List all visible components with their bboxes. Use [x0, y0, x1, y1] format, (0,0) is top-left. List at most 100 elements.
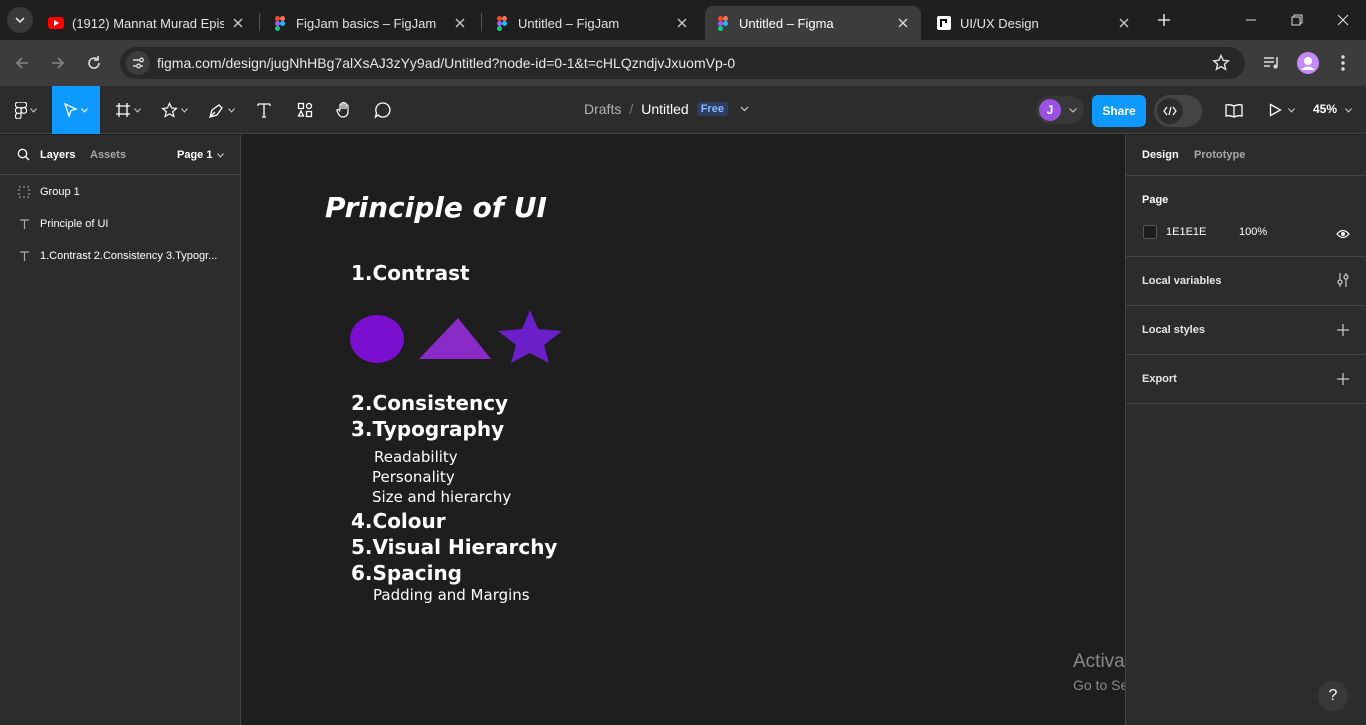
tab-title: Untitled – Figma [739, 15, 834, 31]
variables-settings-icon[interactable] [1336, 273, 1350, 287]
design-canvas[interactable]: Principle of UI 1.Contrast 2.Consistency… [241, 135, 1294, 725]
layer-row-text[interactable]: 1.Contrast 2.Consistency 3.Typogr... [0, 240, 240, 272]
layer-row-group[interactable]: Group 1 [0, 176, 240, 208]
page-color-opacity[interactable]: 100% [1239, 226, 1267, 238]
heading-consistency[interactable]: 2.Consistency [351, 391, 508, 415]
text-tool[interactable] [248, 86, 280, 134]
browser-tab-untitled-figjam[interactable]: Untitled – FigJam [484, 6, 700, 40]
heading-visual-hierarchy[interactable]: 5.Visual Hierarchy [351, 535, 557, 559]
page-color-hex[interactable]: 1E1E1E [1166, 226, 1206, 238]
cursor-icon [64, 102, 78, 118]
typography-item[interactable]: Personality [372, 468, 455, 486]
tab-assets[interactable]: Assets [90, 149, 126, 161]
typography-item[interactable]: Size and hierarchy [372, 488, 511, 506]
avatar: J [1039, 99, 1061, 121]
page-selector[interactable]: Page 1 [177, 149, 225, 161]
forward-button[interactable] [43, 48, 73, 78]
chevron-down-icon[interactable] [740, 106, 749, 112]
tab-separator [259, 13, 260, 31]
star-shape[interactable] [498, 310, 562, 363]
zoom-control[interactable]: 45% [1313, 102, 1353, 116]
browser-tab-bar: (1912) Mannat Murad Episode FigJam basic… [0, 0, 1366, 40]
resources-tool[interactable] [288, 86, 322, 134]
heading-colour[interactable]: 4.Colour [351, 509, 446, 533]
chevron-down-icon [15, 17, 25, 24]
local-styles-label[interactable]: Local styles [1142, 324, 1205, 336]
frame-tool[interactable] [108, 86, 148, 134]
local-variables-label[interactable]: Local variables [1142, 275, 1222, 287]
export-label[interactable]: Export [1142, 373, 1177, 385]
shape-tool[interactable] [154, 86, 194, 134]
local-styles-section: Local styles [1126, 306, 1366, 355]
browser-tab-figjam-basics[interactable]: FigJam basics – FigJam [262, 6, 478, 40]
minimize-button[interactable] [1228, 0, 1274, 40]
help-button[interactable]: ? [1318, 681, 1348, 711]
heading-typography[interactable]: 3.Typography [351, 417, 504, 441]
heading-spacing[interactable]: 6.Spacing [351, 561, 462, 585]
play-icon [1269, 103, 1282, 117]
media-control-icon[interactable] [1257, 48, 1287, 78]
file-title[interactable]: Untitled [641, 101, 688, 117]
close-icon[interactable] [452, 15, 468, 31]
plan-badge: Free [696, 102, 728, 116]
search-icon[interactable] [17, 148, 30, 166]
back-button[interactable] [7, 48, 37, 78]
layer-name: 1.Contrast 2.Consistency 3.Typogr... [40, 250, 218, 262]
triangle-shape[interactable] [419, 318, 491, 359]
comment-tool[interactable] [366, 86, 400, 134]
move-tool[interactable] [52, 86, 100, 134]
library-button[interactable] [1220, 86, 1248, 134]
profile-avatar-icon[interactable] [1293, 48, 1323, 78]
pen-tool[interactable] [201, 86, 241, 134]
chevron-down-icon [1345, 108, 1353, 113]
minimize-icon [1246, 19, 1256, 21]
plus-icon [1158, 14, 1170, 26]
close-icon[interactable] [1116, 15, 1132, 31]
tab-title: UI/UX Design [960, 15, 1039, 31]
new-tab-button[interactable] [1141, 0, 1187, 40]
figma-icon [272, 15, 288, 31]
browser-tab-untitled-figma[interactable]: Untitled – Figma [705, 6, 921, 40]
close-icon[interactable] [230, 15, 246, 31]
browser-menu-icon[interactable] [1328, 48, 1358, 78]
shapes-group[interactable] [349, 309, 565, 365]
restore-button[interactable] [1274, 0, 1320, 40]
arrow-right-icon [52, 57, 65, 69]
layers-panel-header: Layers Assets Page 1 [0, 135, 240, 175]
reload-button[interactable] [79, 48, 109, 78]
tab-layers[interactable]: Layers [40, 149, 75, 161]
comment-icon [374, 102, 391, 119]
circle-shape[interactable] [350, 315, 404, 363]
browser-tab-uiux-design[interactable]: UI/UX Design [926, 6, 1142, 40]
main-menu-button[interactable] [6, 86, 46, 134]
pen-icon [208, 103, 223, 118]
omnibox[interactable]: figma.com/design/jugNhHBg7alXsAJ3zYy9ad/… [120, 47, 1245, 79]
plus-icon[interactable] [1336, 323, 1350, 337]
site-settings-icon[interactable] [126, 51, 150, 75]
close-icon[interactable] [895, 15, 911, 31]
layer-name: Group 1 [40, 186, 80, 198]
spacing-subtext[interactable]: Padding and Margins [373, 586, 530, 604]
dev-mode-toggle[interactable] [1154, 95, 1202, 127]
close-icon[interactable] [674, 15, 690, 31]
panel-tabs-divider [1126, 135, 1366, 176]
close-window-button[interactable] [1320, 0, 1366, 40]
bookmark-star-icon[interactable] [1211, 53, 1231, 73]
code-icon [1157, 98, 1183, 124]
canvas-title-text[interactable]: Principle of UI [325, 191, 547, 224]
layer-row-text[interactable]: Principle of UI [0, 208, 240, 240]
plus-icon[interactable] [1336, 372, 1350, 386]
typography-item[interactable]: Readability [374, 448, 458, 466]
heading-contrast[interactable]: 1.Contrast [351, 261, 470, 285]
share-button[interactable]: Share [1092, 95, 1146, 127]
page-color-swatch[interactable] [1143, 225, 1157, 239]
hand-tool[interactable] [328, 86, 360, 134]
eye-icon[interactable] [1336, 226, 1350, 244]
breadcrumb-drafts[interactable]: Drafts [584, 101, 621, 117]
chevron-down-icon [227, 107, 235, 113]
browser-tab-youtube[interactable]: (1912) Mannat Murad Episode [38, 6, 256, 40]
tab-search-button[interactable] [7, 7, 33, 33]
multiplayer-avatars[interactable]: J [1036, 96, 1084, 124]
reload-icon [88, 56, 100, 69]
present-button[interactable] [1264, 86, 1300, 134]
